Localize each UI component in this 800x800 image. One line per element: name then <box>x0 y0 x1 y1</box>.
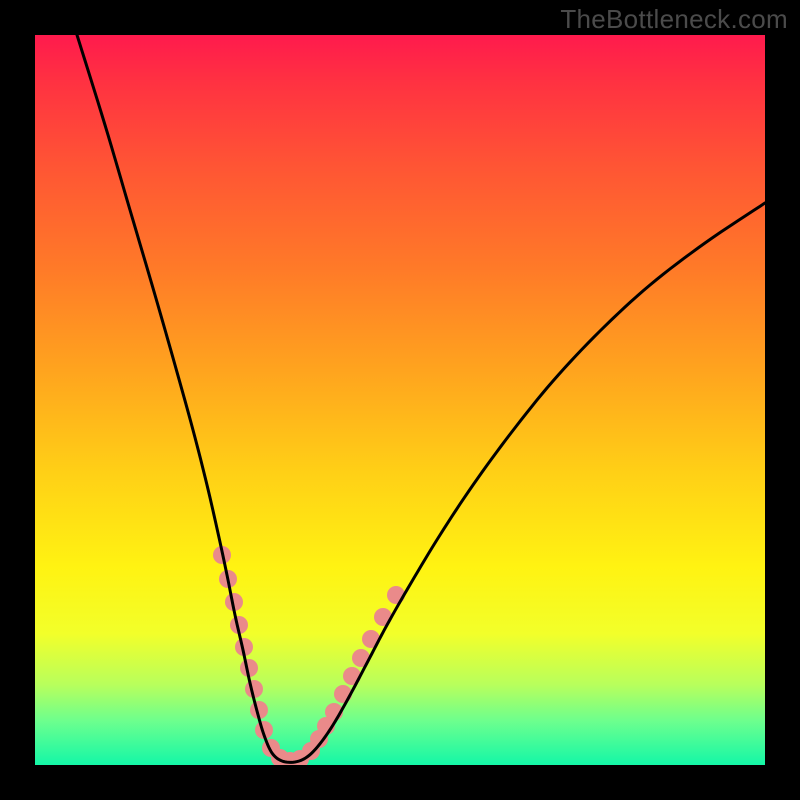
watermark-text: TheBottleneck.com <box>560 4 788 35</box>
chart-svg <box>35 35 765 765</box>
chart-plot-area <box>35 35 765 765</box>
chart-frame: TheBottleneck.com <box>0 0 800 800</box>
bottleneck-curve <box>77 35 765 762</box>
chart-markers-layer <box>213 546 405 765</box>
